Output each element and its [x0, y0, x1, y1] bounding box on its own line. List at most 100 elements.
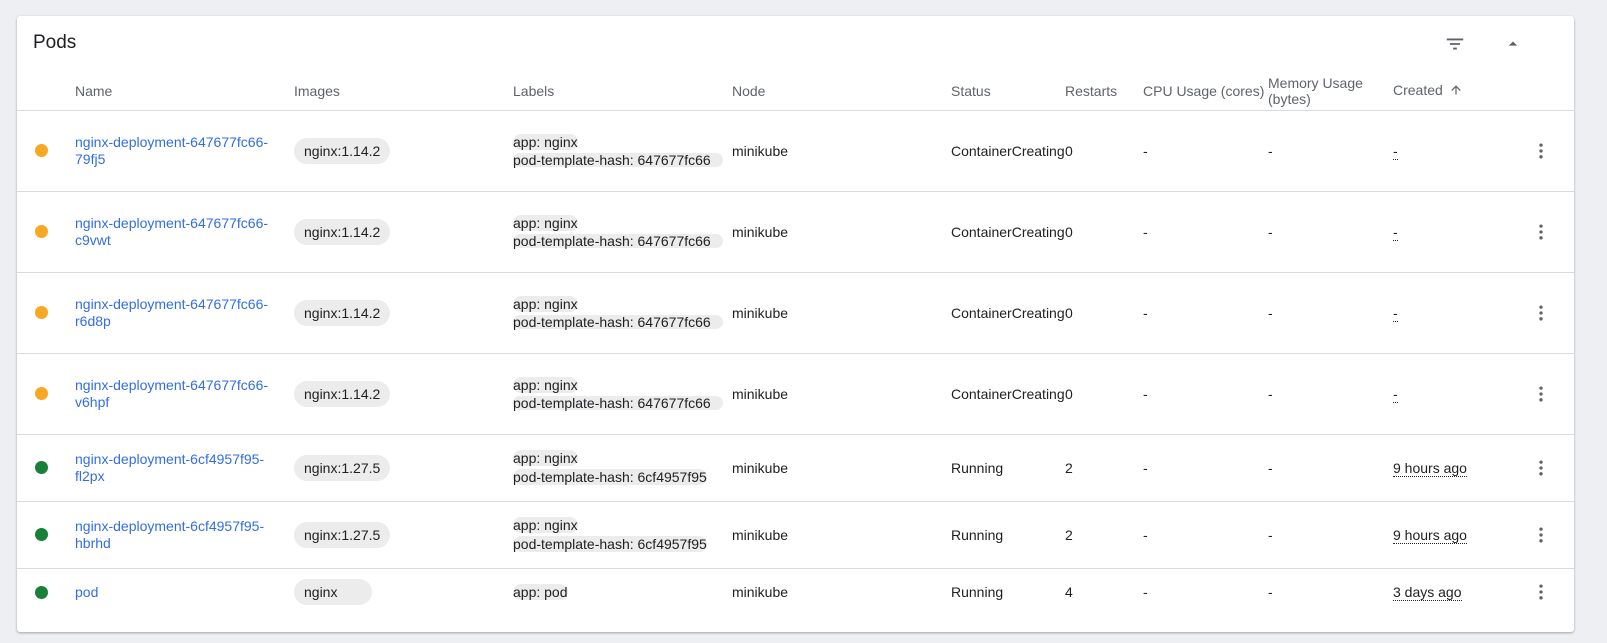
- pod-name-link[interactable]: nginx-deployment-647677fc66-c9vwt: [75, 215, 294, 249]
- status-indicator-icon: [35, 528, 48, 541]
- more-vert-icon[interactable]: [1513, 384, 1574, 404]
- status-indicator-icon: [35, 306, 48, 319]
- memory-cell: -: [1268, 584, 1273, 601]
- created-cell: 3 days ago: [1393, 568, 1513, 616]
- status-indicator-icon: [35, 144, 48, 157]
- node-cell: minikube: [732, 501, 951, 569]
- image-chip: nginx:1.14.2: [294, 299, 391, 326]
- status-cell: ContainerCreating: [951, 191, 1065, 273]
- memory-column-header[interactable]: Memory Usage (bytes): [1268, 72, 1393, 111]
- status-cell: ContainerCreating: [951, 272, 1065, 354]
- created-value: -: [1393, 223, 1398, 241]
- arrow-up-icon[interactable]: [1449, 83, 1463, 100]
- node-cell: minikube: [732, 434, 951, 502]
- name-cell: nginx-deployment-6cf4957f95-fl2px: [75, 434, 294, 502]
- labels-cell: app: nginx pod-template-hash: 647677fc66: [513, 353, 732, 435]
- cpu-column-header[interactable]: CPU Usage (cores): [1143, 72, 1268, 111]
- actions-cell: [1513, 434, 1574, 502]
- images-column-header: Images: [294, 72, 513, 111]
- created-cell: -: [1393, 272, 1513, 354]
- name-cell: nginx-deployment-647677fc66-v6hpf: [75, 353, 294, 435]
- labels-cell: app: nginx pod-template-hash: 647677fc66: [513, 272, 732, 354]
- image-cell: nginx:1.14.2: [294, 110, 513, 192]
- status-dot-cell: [17, 501, 75, 569]
- label-chip: app: nginx: [513, 517, 578, 533]
- labels-cell: app: nginx pod-template-hash: 647677fc66: [513, 110, 732, 192]
- card-header: Pods: [17, 16, 1574, 72]
- status-cell: Running: [951, 434, 1065, 502]
- table-row[interactable]: nginx-deployment-6cf4957f95-hbrhd nginx:1…: [17, 501, 1574, 569]
- labels-cell: app: pod: [513, 568, 732, 616]
- more-vert-icon[interactable]: [1513, 141, 1574, 161]
- cpu-cell: -: [1143, 434, 1268, 502]
- created-cell: -: [1393, 191, 1513, 273]
- more-vert-icon[interactable]: [1513, 303, 1574, 323]
- more-vert-icon[interactable]: [1513, 582, 1574, 602]
- table-row[interactable]: nginx-deployment-647677fc66-r6d8p nginx:1…: [17, 272, 1574, 354]
- filter-icon[interactable]: [1441, 30, 1469, 58]
- image-chip: nginx: [294, 579, 372, 606]
- label-chip: pod-template-hash: 647677fc66: [513, 315, 723, 329]
- table-row[interactable]: nginx-deployment-647677fc66-c9vwt nginx:1…: [17, 191, 1574, 273]
- restarts-column-header[interactable]: Restarts: [1065, 72, 1143, 111]
- cpu-cell: -: [1143, 272, 1268, 354]
- table-row[interactable]: nginx-deployment-6cf4957f95-fl2px nginx:1…: [17, 434, 1574, 502]
- created-cell: -: [1393, 353, 1513, 435]
- actions-column-header: [1513, 72, 1574, 111]
- actions-cell: [1513, 501, 1574, 569]
- status-cell: ContainerCreating: [951, 353, 1065, 435]
- labels-cell: app: nginx pod-template-hash: 6cf4957f95: [513, 501, 732, 569]
- created-cell: 9 hours ago: [1393, 501, 1513, 569]
- memory-cell: -: [1268, 434, 1393, 502]
- status-cell: Running: [951, 584, 1004, 601]
- card-title: Pods: [33, 32, 77, 53]
- node-cell: minikube: [732, 110, 951, 192]
- table-row[interactable]: pod nginx app: pod minikube Running 4 - - 3 days…: [17, 568, 1574, 616]
- pod-name-link[interactable]: nginx-deployment-647677fc66-r6d8p: [75, 296, 294, 330]
- labels-column-header: Labels: [513, 72, 732, 111]
- pod-name-link[interactable]: nginx-deployment-647677fc66-v6hpf: [75, 377, 294, 411]
- actions-cell: [1513, 191, 1574, 273]
- name-cell: nginx-deployment-647677fc66-r6d8p: [75, 272, 294, 354]
- cpu-cell: -: [1143, 191, 1268, 273]
- pod-name-link[interactable]: nginx-deployment-647677fc66-79fj5: [75, 134, 294, 168]
- status-dot-header: [17, 72, 75, 111]
- pods-table: Name Images Labels Node Status Restarts …: [17, 72, 1574, 616]
- actions-cell: [1513, 353, 1574, 435]
- status-dot-cell: [17, 272, 75, 354]
- label-chip: pod-template-hash: 647677fc66: [513, 153, 723, 167]
- name-cell: nginx-deployment-647677fc66-c9vwt: [75, 191, 294, 273]
- created-cell: 9 hours ago: [1393, 434, 1513, 502]
- status-dot-cell: [17, 353, 75, 435]
- table-row[interactable]: nginx-deployment-647677fc66-v6hpf nginx:1…: [17, 353, 1574, 435]
- more-vert-icon[interactable]: [1513, 222, 1574, 242]
- memory-cell: -: [1268, 272, 1393, 354]
- created-column-label: Created: [1393, 81, 1443, 98]
- name-column-header[interactable]: Name: [75, 72, 294, 111]
- image-cell: nginx:1.14.2: [294, 272, 513, 354]
- status-cell: Running: [951, 501, 1065, 569]
- chevron-up-icon[interactable]: [1499, 30, 1527, 58]
- more-vert-icon[interactable]: [1513, 458, 1574, 478]
- created-column-header[interactable]: Created: [1393, 72, 1513, 111]
- image-chip: nginx:1.27.5: [294, 521, 391, 548]
- node-cell: minikube: [732, 353, 951, 435]
- table-row[interactable]: nginx-deployment-647677fc66-79fj5 nginx:1…: [17, 110, 1574, 192]
- image-cell: nginx:1.14.2: [294, 191, 513, 273]
- restarts-cell: 0: [1065, 191, 1143, 273]
- name-cell: nginx-deployment-647677fc66-79fj5: [75, 110, 294, 192]
- pod-name-link[interactable]: nginx-deployment-6cf4957f95-hbrhd: [75, 518, 294, 552]
- more-vert-icon[interactable]: [1513, 525, 1574, 545]
- memory-cell: -: [1268, 353, 1393, 435]
- node-column-header[interactable]: Node: [732, 72, 951, 111]
- label-chip: app: pod: [513, 584, 568, 601]
- name-cell: nginx-deployment-6cf4957f95-hbrhd: [75, 501, 294, 569]
- cpu-cell: -: [1143, 110, 1268, 192]
- memory-cell: -: [1268, 110, 1393, 192]
- pod-name-link[interactable]: pod: [75, 584, 294, 601]
- label-chip: app: nginx: [513, 215, 578, 231]
- node-cell: minikube: [732, 191, 951, 273]
- pod-name-link[interactable]: nginx-deployment-6cf4957f95-fl2px: [75, 451, 294, 485]
- restarts-cell: 2: [1065, 501, 1143, 569]
- status-column-header[interactable]: Status: [951, 72, 1065, 111]
